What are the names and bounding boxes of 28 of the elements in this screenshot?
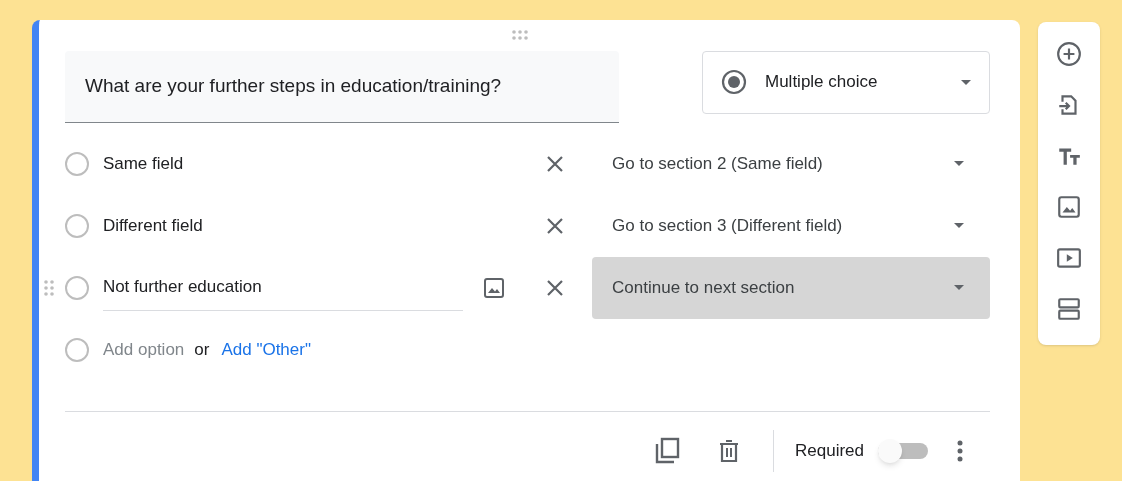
option-label[interactable]: Not further education [102,264,463,311]
section-icon[interactable] [1055,295,1083,323]
or-text: or [194,338,210,361]
caret-icon [954,285,964,291]
required-toggle[interactable] [878,439,928,462]
add-other-link[interactable]: Add "Other" [221,336,311,363]
add-option-field[interactable]: Add option [103,336,185,363]
required-label: Required [795,440,864,463]
close-icon[interactable] [546,154,565,173]
add-question-icon[interactable] [1055,40,1083,68]
close-icon[interactable] [546,278,565,297]
option-circle-icon [64,275,89,300]
image-icon[interactable] [1055,193,1083,221]
caret-icon [961,79,971,85]
option-label[interactable]: Same field [102,140,463,187]
drag-handle-icon[interactable] [511,30,528,41]
section-dropdown[interactable]: Continue to next section [592,256,990,319]
caret-icon [954,223,964,229]
question-type-dropdown[interactable]: Multiple choice [702,50,990,114]
close-icon[interactable] [546,216,565,235]
option-circle-icon [65,337,89,362]
radio-icon [721,69,747,96]
question-field[interactable]: What are your further steps in education/training? [65,50,619,123]
option-label[interactable]: Different field [102,202,463,249]
caret-icon [954,161,964,167]
option-circle-icon [64,213,89,238]
drag-handle-icon[interactable] [44,279,54,296]
option-circle-icon [64,151,89,176]
